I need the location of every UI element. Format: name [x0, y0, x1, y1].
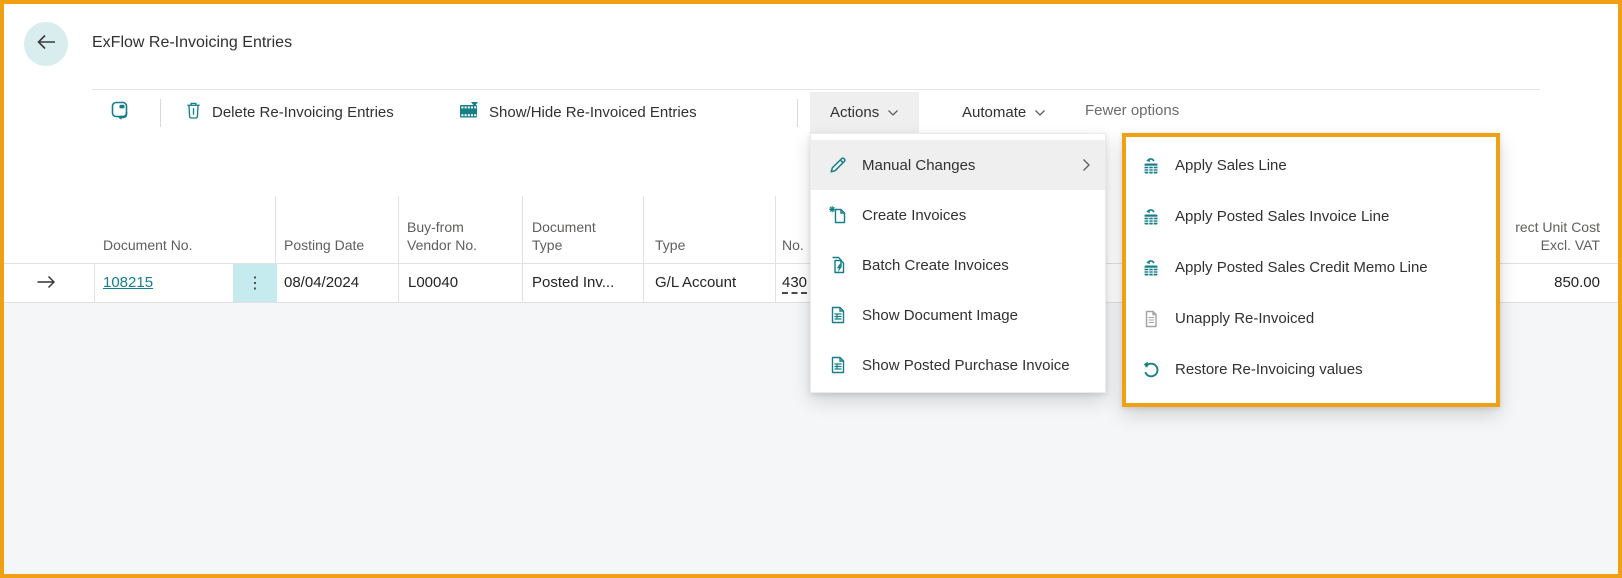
chevron-right-icon — [1082, 158, 1091, 172]
column-header-posting-date[interactable]: Posting Date — [284, 236, 364, 254]
menu-item-label: Batch Create Invoices — [862, 256, 1009, 274]
designer-button[interactable] — [104, 96, 138, 130]
apply-grid-arrow-icon — [1140, 258, 1162, 278]
exflow-reinvoicing-entries-page: ExFlow Re-Invoicing Entries Delete Re-In… — [0, 0, 1622, 578]
page-title: ExFlow Re-Invoicing Entries — [92, 34, 293, 51]
menu-item-apply-posted-sales-invoice-line[interactable]: Apply Posted Sales Invoice Line — [1126, 191, 1496, 242]
menu-item-manual-changes[interactable]: Manual Changes — [811, 140, 1105, 190]
actions-dropdown-menu: Manual Changes Create Invoices Batch Cre… — [810, 133, 1106, 393]
toolbar-separator — [160, 99, 161, 127]
posting-date-cell[interactable]: 08/04/2024 — [284, 273, 359, 293]
batch-document-lightning-icon — [827, 255, 849, 275]
menu-item-show-posted-purchase-invoice[interactable]: Show Posted Purchase Invoice — [811, 340, 1105, 390]
menu-item-label: Apply Sales Line — [1175, 157, 1287, 174]
fewer-options-button[interactable]: Fewer options — [1085, 102, 1179, 119]
column-divider — [94, 263, 95, 302]
toolbar-button-label: Show/Hide Re-Invoiced Entries — [489, 104, 697, 121]
chevron-down-icon — [887, 104, 899, 121]
column-header-line: Vendor No. — [407, 237, 478, 253]
pencil-icon — [827, 155, 849, 175]
column-divider — [775, 196, 776, 302]
create-document-icon — [827, 205, 849, 225]
chevron-down-icon — [1034, 104, 1046, 121]
vertical-ellipsis-icon: ⋮ — [247, 275, 263, 292]
column-header-document-no[interactable]: Document No. — [103, 236, 192, 254]
automate-menu-label: Automate — [962, 104, 1027, 121]
document-no-link[interactable]: 108215 — [103, 273, 153, 293]
toolbar-separator — [797, 99, 798, 127]
menu-item-label: Apply Posted Sales Credit Memo Line — [1175, 259, 1428, 276]
menu-item-label: Show Document Image — [862, 306, 1018, 324]
document-type-cell[interactable]: Posted Inv... — [532, 273, 614, 293]
actions-menu-button[interactable]: Actions — [810, 92, 920, 133]
menu-item-unapply-re-invoiced[interactable]: Unapply Re-Invoiced — [1126, 293, 1496, 344]
menu-item-label: Apply Posted Sales Invoice Line — [1175, 208, 1390, 225]
column-header-document-type[interactable]: Document Type — [532, 218, 596, 254]
designer-icon — [110, 100, 132, 127]
document-gray-icon — [1140, 309, 1162, 329]
menu-item-label: Manual Changes — [862, 156, 976, 174]
column-divider — [643, 196, 644, 302]
apply-grid-arrow-icon — [1140, 207, 1162, 227]
menu-item-show-document-image[interactable]: Show Document Image — [811, 290, 1105, 340]
buy-from-vendor-no-cell[interactable]: L00040 — [408, 273, 458, 293]
active-row-arrow-icon — [36, 275, 57, 294]
menu-item-label: Restore Re-Invoicing values — [1175, 361, 1363, 378]
toolbar-button-label: Delete Re-Invoicing Entries — [212, 104, 394, 121]
automate-menu-button[interactable]: Automate — [942, 92, 1066, 133]
no-link[interactable]: 430 — [782, 274, 808, 294]
document-grid-icon — [827, 305, 849, 325]
manual-changes-submenu: Apply Sales Line Apply Posted Sales Invo… — [1122, 133, 1500, 407]
back-arrow-icon — [35, 33, 57, 56]
menu-item-restore-re-invoicing-values[interactable]: Restore Re-Invoicing values — [1126, 344, 1496, 395]
column-header-type[interactable]: Type — [655, 236, 685, 254]
no-cell[interactable]: 430 — [782, 273, 808, 294]
menu-item-batch-create-invoices[interactable]: Batch Create Invoices — [811, 240, 1105, 290]
column-header-line: Buy-from — [407, 219, 464, 235]
trash-icon — [184, 100, 203, 125]
column-header-line: Type — [532, 237, 563, 253]
back-button[interactable] — [24, 22, 68, 66]
menu-item-label: Unapply Re-Invoiced — [1175, 310, 1315, 327]
column-divider — [398, 196, 399, 302]
type-cell[interactable]: G/L Account — [655, 273, 736, 293]
apply-grid-arrow-icon — [1140, 156, 1162, 176]
column-header-line: rect Unit Cost — [1515, 219, 1600, 235]
row-more-options-button[interactable]: ⋮ — [233, 264, 277, 302]
direct-unit-cost-cell[interactable]: 850.00 — [1554, 273, 1600, 293]
column-header-line: Excl. VAT — [1540, 237, 1600, 253]
show-hide-reinvoiced-entries-button[interactable]: Show/Hide Re-Invoiced Entries — [458, 92, 697, 133]
document-grid-icon — [827, 355, 849, 375]
delete-reinvoicing-entries-button[interactable]: Delete Re-Invoicing Entries — [184, 92, 394, 133]
actions-menu-label: Actions — [830, 104, 880, 121]
column-header-line: Document — [532, 219, 596, 235]
menu-item-apply-posted-sales-credit-memo-line[interactable]: Apply Posted Sales Credit Memo Line — [1126, 242, 1496, 293]
column-divider — [522, 196, 523, 302]
menu-item-create-invoices[interactable]: Create Invoices — [811, 190, 1105, 240]
column-header-no[interactable]: No. — [782, 236, 804, 254]
menu-item-label: Show Posted Purchase Invoice — [862, 356, 1070, 374]
column-header-buy-from-vendor-no[interactable]: Buy-from Vendor No. — [407, 218, 477, 254]
menu-item-label: Create Invoices — [862, 206, 967, 224]
column-header-direct-unit-cost[interactable]: rect Unit Cost Excl. VAT — [1515, 218, 1600, 254]
menu-item-apply-sales-line[interactable]: Apply Sales Line — [1126, 140, 1496, 191]
filmstrip-filter-icon — [458, 101, 480, 125]
title-divider — [92, 89, 1540, 90]
undo-arrow-icon — [1140, 360, 1162, 380]
